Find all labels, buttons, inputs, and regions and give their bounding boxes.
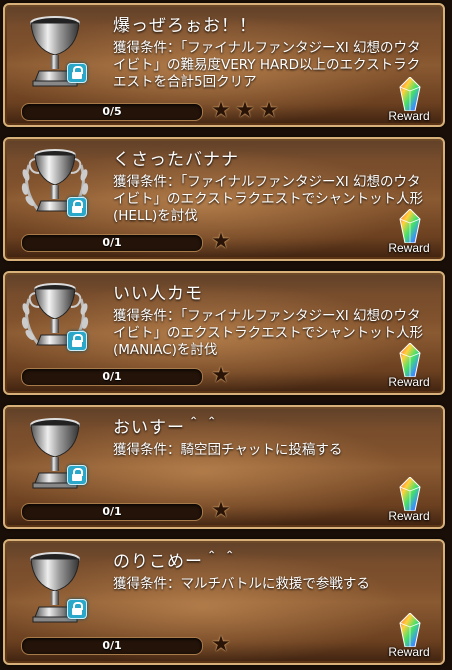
achievement-condition: 獲得条件：マルチバトルに救援で参戦する bbox=[113, 576, 370, 592]
star-icon: ★ bbox=[211, 363, 231, 388]
achievement-title: のりこめー＾＾ bbox=[113, 552, 239, 572]
progress-bar: 0/1 bbox=[21, 503, 203, 521]
reward-label: Reward bbox=[388, 645, 430, 659]
achievement-title: くさったバナナ bbox=[113, 150, 239, 170]
star-rating: ★ bbox=[210, 365, 234, 387]
reward-label: Reward bbox=[388, 375, 430, 389]
lock-icon bbox=[67, 331, 87, 351]
achievement-title: おいすー＾＾ bbox=[113, 418, 221, 438]
crystal-icon bbox=[399, 77, 421, 111]
star-icon: ★ bbox=[211, 632, 231, 657]
crystal-icon bbox=[399, 477, 421, 511]
crystal-icon bbox=[399, 343, 421, 377]
achievement-card[interactable]: 爆っぜろぉお！！ 獲得条件：「ファイナルファンタジーXI 幻想のウタイビト」の難… bbox=[3, 3, 445, 127]
progress-text: 0/5 bbox=[102, 105, 122, 118]
progress-bar: 0/1 bbox=[21, 368, 203, 386]
star-rating: ★ ★ ★ bbox=[210, 100, 282, 122]
progress-text: 0/1 bbox=[102, 370, 122, 383]
progress-bar: 0/5 bbox=[21, 103, 203, 121]
reward-label: Reward bbox=[388, 241, 430, 255]
reward-label: Reward bbox=[388, 509, 430, 523]
achievement-title: いい人カモ bbox=[113, 284, 203, 304]
progress-bar: 0/1 bbox=[21, 637, 203, 655]
achievement-card[interactable]: のりこめー＾＾ 獲得条件：マルチバトルに救援で参戦する 0/1 ★ Reward bbox=[3, 539, 445, 665]
reward-button[interactable]: Reward bbox=[381, 209, 437, 255]
star-icon: ★ bbox=[235, 98, 255, 123]
reward-button[interactable]: Reward bbox=[381, 613, 437, 659]
star-rating: ★ bbox=[210, 231, 234, 253]
achievement-title: 爆っぜろぉお！！ bbox=[113, 16, 257, 36]
reward-button[interactable]: Reward bbox=[381, 477, 437, 523]
star-rating: ★ bbox=[210, 500, 234, 522]
progress-text: 0/1 bbox=[102, 639, 122, 652]
achievement-card[interactable]: おいすー＾＾ 獲得条件：騎空団チャットに投稿する 0/1 ★ Reward bbox=[3, 405, 445, 529]
achievement-condition: 獲得条件：騎空団チャットに投稿する bbox=[113, 442, 343, 458]
reward-button[interactable]: Reward bbox=[381, 77, 437, 123]
progress-bar: 0/1 bbox=[21, 234, 203, 252]
progress-text: 0/1 bbox=[102, 505, 122, 518]
progress-text: 0/1 bbox=[102, 236, 122, 249]
achievement-list: 爆っぜろぉお！！ 獲得条件：「ファイナルファンタジーXI 幻想のウタイビト」の難… bbox=[0, 0, 452, 670]
star-icon: ★ bbox=[211, 498, 231, 523]
crystal-icon bbox=[399, 209, 421, 243]
lock-icon bbox=[67, 197, 87, 217]
lock-icon bbox=[67, 63, 87, 83]
star-icon: ★ bbox=[211, 229, 231, 254]
star-icon: ★ bbox=[211, 98, 231, 123]
lock-icon bbox=[67, 465, 87, 485]
crystal-icon bbox=[399, 613, 421, 647]
achievement-card[interactable]: いい人カモ 獲得条件：「ファイナルファンタジーXI 幻想のウタイビト」のエクスト… bbox=[3, 271, 445, 395]
lock-icon bbox=[67, 599, 87, 619]
achievement-card[interactable]: くさったバナナ 獲得条件：「ファイナルファンタジーXI 幻想のウタイビト」のエク… bbox=[3, 137, 445, 261]
reward-label: Reward bbox=[388, 109, 430, 123]
star-rating: ★ bbox=[210, 634, 234, 656]
star-icon: ★ bbox=[259, 98, 279, 123]
reward-button[interactable]: Reward bbox=[381, 343, 437, 389]
